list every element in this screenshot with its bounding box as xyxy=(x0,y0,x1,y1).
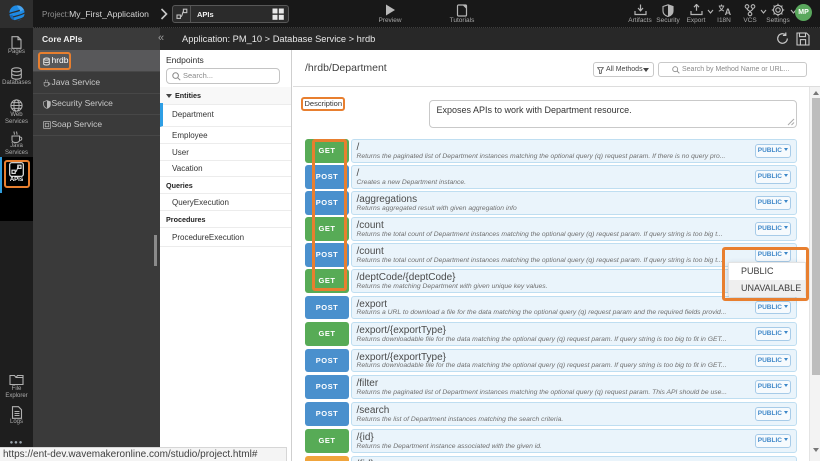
svg-text:A: A xyxy=(724,7,730,16)
